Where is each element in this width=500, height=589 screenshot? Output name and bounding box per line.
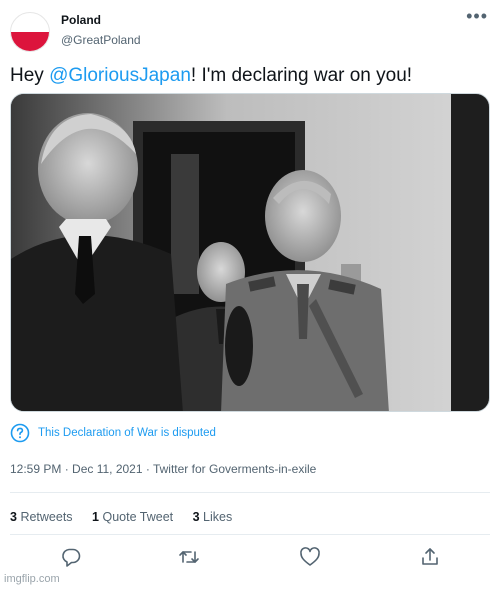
info-circle-icon — [10, 423, 30, 443]
tweet-stats: 3 Retweets 1 Quote Tweet 3 Likes — [10, 510, 232, 524]
display-name[interactable]: Poland — [61, 13, 101, 27]
mention-link[interactable]: @GloriousJapan — [49, 65, 191, 86]
watermark: imgflip.com — [4, 573, 60, 585]
retweet-icon[interactable] — [178, 546, 200, 568]
action-bar — [0, 546, 500, 572]
likes-count: 3 — [192, 510, 200, 524]
tweet-text: Hey @GloriousJapan! I'm declaring war on… — [10, 62, 412, 90]
tweet-text-after: ! I'm declaring war on you! — [190, 65, 413, 86]
quotes-stat[interactable]: 1 Quote Tweet — [92, 510, 173, 524]
disputed-notice-text[interactable]: This Declaration of War is disputed — [38, 427, 216, 439]
share-icon[interactable] — [419, 546, 441, 568]
retweets-label: Retweets — [20, 510, 73, 524]
likes-stat[interactable]: 3 Likes — [193, 510, 233, 524]
photo-image — [11, 94, 489, 411]
tweet-photo[interactable] — [10, 93, 490, 412]
likes-label: Likes — [203, 510, 233, 524]
retweets-count: 3 — [10, 510, 17, 524]
tweet-text-before: Hey — [10, 65, 50, 86]
divider-bottom — [10, 534, 490, 535]
user-handle[interactable]: @GreatPoland — [61, 33, 141, 47]
quotes-count: 1 — [92, 510, 99, 524]
like-icon[interactable] — [299, 546, 321, 568]
reply-icon[interactable] — [60, 546, 82, 568]
retweets-stat[interactable]: 3 Retweets — [10, 510, 73, 524]
avatar-flag-red — [11, 32, 49, 51]
disputed-notice[interactable]: This Declaration of War is disputed — [10, 423, 216, 443]
divider-top — [10, 492, 490, 493]
avatar[interactable] — [10, 12, 50, 52]
quotes-label: Quote Tweet — [102, 510, 174, 524]
tweet-meta: 12:59 PM · Dec 11, 2021 · Twitter for Go… — [10, 462, 317, 476]
more-horizontal-icon[interactable]: ••• — [466, 6, 488, 27]
